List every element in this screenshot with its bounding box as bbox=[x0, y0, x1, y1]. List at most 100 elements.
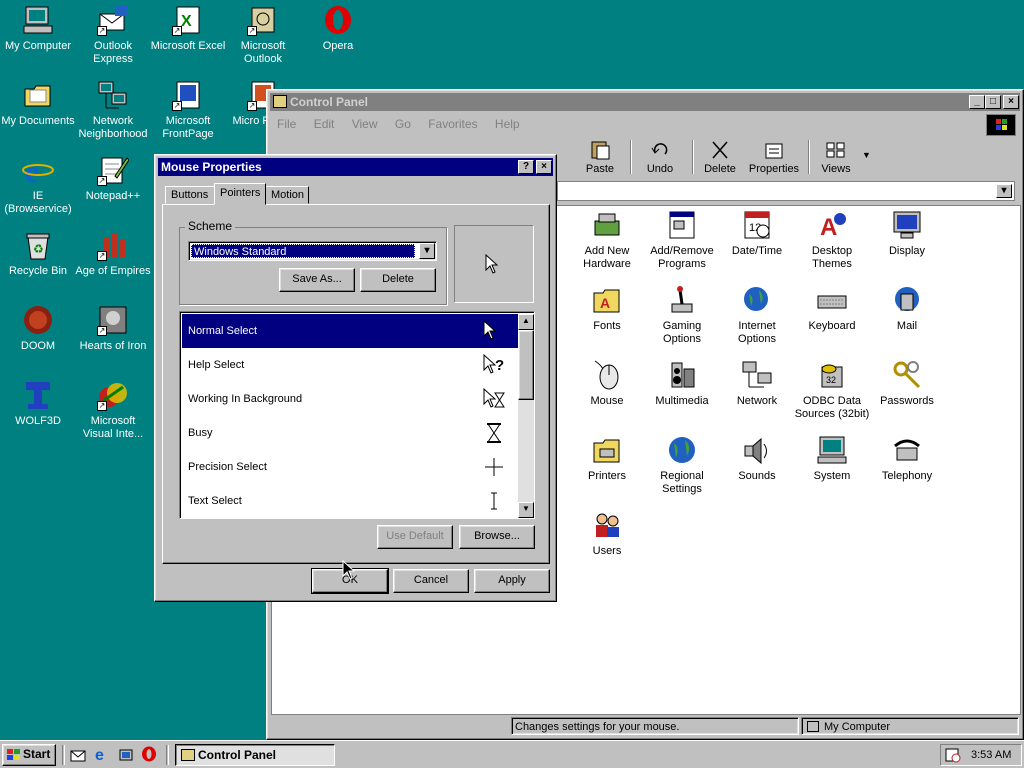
address-dropdown-button[interactable]: ▾ bbox=[996, 184, 1012, 198]
tray-scheduler-icon[interactable] bbox=[945, 747, 961, 763]
cp-mail[interactable]: Mail bbox=[869, 284, 945, 333]
views-dropdown-arrow-icon[interactable]: ▼ bbox=[862, 150, 871, 160]
cp-add-remove-programs[interactable]: Add/Remove Programs bbox=[644, 209, 720, 271]
tray-clock[interactable]: 3:53 AM bbox=[971, 749, 1011, 761]
pointer-list-scrollbar[interactable]: ▲ ▼ bbox=[518, 314, 534, 518]
cp-date-time[interactable]: 12 Date/Time bbox=[719, 209, 795, 258]
desktop-icon-opera[interactable]: Opera bbox=[300, 4, 376, 53]
menu-edit[interactable]: Edit bbox=[314, 117, 335, 131]
desktop-icon-wolf3d[interactable]: WOLF3D bbox=[0, 379, 76, 428]
browse-button[interactable]: Browse... bbox=[459, 525, 535, 549]
apply-button[interactable]: Apply bbox=[474, 569, 550, 593]
quicklaunch-outlook-express-icon[interactable] bbox=[70, 747, 86, 763]
dialog-titlebar[interactable]: Mouse Properties ? × bbox=[158, 158, 553, 176]
menu-view[interactable]: View bbox=[352, 117, 378, 131]
pointer-row-normal-select[interactable]: Normal Select bbox=[182, 314, 518, 348]
quicklaunch-opera-icon[interactable] bbox=[141, 746, 157, 762]
menu-go[interactable]: Go bbox=[395, 117, 411, 131]
pointer-row-busy[interactable]: Busy bbox=[182, 416, 518, 450]
cancel-button[interactable]: Cancel bbox=[393, 569, 469, 593]
close-button[interactable]: × bbox=[1003, 95, 1019, 109]
delete-scheme-button[interactable]: Delete bbox=[360, 268, 436, 292]
cp-sounds[interactable]: Sounds bbox=[719, 434, 795, 483]
desktop-icon-outlook-express[interactable]: ↗ Outlook Express bbox=[75, 4, 151, 66]
cp-printers[interactable]: Printers bbox=[569, 434, 645, 483]
taskbar-button-control-panel[interactable]: Control Panel bbox=[175, 744, 335, 766]
desktop-icon-ie[interactable]: e IE (Browservice) bbox=[0, 153, 76, 216]
cp-keyboard[interactable]: Keyboard bbox=[794, 284, 870, 333]
help-button[interactable]: ? bbox=[518, 160, 534, 174]
toolbar-views[interactable]: Views bbox=[816, 140, 856, 175]
save-as-button[interactable]: Save As... bbox=[279, 268, 355, 292]
desktop-icon-recycle-bin[interactable]: ♻ Recycle Bin bbox=[0, 229, 76, 278]
cp-gaming-options[interactable]: Gaming Options bbox=[644, 284, 720, 346]
scheme-dropdown-arrow[interactable]: ▾ bbox=[419, 243, 435, 259]
scroll-down-button[interactable]: ▼ bbox=[518, 502, 534, 518]
toolbar-delete[interactable]: Delete bbox=[700, 140, 740, 175]
cp-display[interactable]: Display bbox=[869, 209, 945, 258]
maximize-button[interactable]: □ bbox=[985, 95, 1001, 109]
desktop-icon-excel[interactable]: X ↗ Microsoft Excel bbox=[150, 4, 226, 53]
toolbar-paste[interactable]: Paste bbox=[578, 140, 622, 175]
cp-desktop-themes[interactable]: A Desktop Themes bbox=[794, 209, 870, 271]
desktop-icon-age-of-empires[interactable]: ↗ Age of Empires bbox=[75, 229, 151, 278]
cp-icon-label: Regional Settings bbox=[660, 470, 704, 495]
control-panel-titlebar[interactable]: Control Panel _ □ × bbox=[270, 93, 1020, 111]
toolbar-properties[interactable]: Properties bbox=[746, 140, 802, 175]
tab-pointers[interactable]: Pointers bbox=[214, 183, 266, 205]
desktop-icon-doom[interactable]: DOOM bbox=[0, 304, 76, 353]
tab-motion[interactable]: Motion bbox=[265, 186, 309, 204]
pointer-row-working-in-background[interactable]: Working In Background bbox=[182, 382, 518, 416]
cp-fonts[interactable]: A Fonts bbox=[569, 284, 645, 333]
cp-regional-settings[interactable]: Regional Settings bbox=[644, 434, 720, 496]
start-button[interactable]: Start bbox=[2, 744, 56, 766]
cp-telephony[interactable]: Telephony bbox=[869, 434, 945, 483]
desktop-icon-hearts-of-iron[interactable]: ↗ Hearts of Iron bbox=[75, 304, 151, 353]
menu-favorites[interactable]: Favorites bbox=[428, 117, 477, 131]
pointer-row-text-select[interactable]: Text Select bbox=[182, 484, 518, 518]
minimize-button[interactable]: _ bbox=[969, 95, 985, 109]
internet-explorer-icon: e bbox=[22, 153, 54, 189]
svg-text:♻: ♻ bbox=[33, 242, 44, 256]
desktop-icon-outlook[interactable]: ↗ Microsoft Outlook bbox=[225, 4, 301, 66]
globe-icon bbox=[741, 284, 773, 316]
browse-label: Browse... bbox=[474, 530, 520, 542]
working-background-cursor-icon bbox=[483, 388, 505, 408]
address-bar[interactable]: ▾ bbox=[557, 181, 1015, 201]
desktop-icon-my-computer[interactable]: My Computer bbox=[0, 4, 76, 53]
tab-motion-label: Motion bbox=[271, 189, 305, 201]
dialog-close-button[interactable]: × bbox=[536, 160, 552, 174]
cp-internet-options[interactable]: Internet Options bbox=[719, 284, 795, 346]
cp-multimedia[interactable]: Multimedia bbox=[644, 359, 720, 408]
scroll-thumb[interactable] bbox=[518, 330, 534, 400]
desktop-icon-my-documents[interactable]: My Documents bbox=[0, 79, 76, 128]
quicklaunch-show-desktop-icon[interactable] bbox=[118, 747, 134, 763]
arrow-cursor-icon bbox=[483, 320, 497, 340]
desktop-icon-network-neighborhood[interactable]: Network Neighborhood bbox=[75, 79, 151, 141]
scroll-up-button[interactable]: ▲ bbox=[518, 314, 534, 330]
cp-odbc[interactable]: 32 ODBC Data Sources (32bit) bbox=[794, 359, 870, 421]
scheme-dropdown[interactable]: Windows Standard ▾ bbox=[188, 241, 437, 261]
cp-system[interactable]: System bbox=[794, 434, 870, 483]
desktop-icon-visual-interdev[interactable]: ↗ Microsoft Visual Inte... bbox=[75, 379, 151, 441]
cp-mouse[interactable]: Mouse bbox=[569, 359, 645, 408]
quicklaunch-ie-icon[interactable]: e bbox=[94, 746, 110, 764]
cp-network[interactable]: Network bbox=[719, 359, 795, 408]
opera-icon bbox=[322, 4, 354, 36]
desktop-icon-frontpage[interactable]: ↗ Microsoft FrontPage bbox=[150, 79, 226, 141]
tab-buttons[interactable]: Buttons bbox=[165, 186, 215, 204]
pointer-row-precision-select[interactable]: Precision Select bbox=[182, 450, 518, 484]
status-message: Changes settings for your mouse. bbox=[515, 721, 680, 733]
cp-passwords[interactable]: Passwords bbox=[869, 359, 945, 408]
toolbar-separator bbox=[630, 140, 632, 174]
crosshair-cursor-icon bbox=[485, 458, 503, 476]
desktop-icon-notepadpp[interactable]: ↗ Notepad++ bbox=[75, 154, 151, 203]
pointer-list[interactable]: Normal Select Help Select ? Working In B… bbox=[179, 311, 535, 519]
menu-file[interactable]: File bbox=[277, 117, 296, 131]
pointer-row-help-select[interactable]: Help Select ? bbox=[182, 348, 518, 382]
cp-users[interactable]: Users bbox=[569, 509, 645, 558]
shortcut-arrow-icon: ↗ bbox=[172, 101, 182, 111]
toolbar-undo[interactable]: Undo bbox=[640, 140, 680, 175]
menu-help[interactable]: Help bbox=[495, 117, 520, 131]
cp-add-new-hardware[interactable]: Add New Hardware bbox=[569, 209, 645, 271]
